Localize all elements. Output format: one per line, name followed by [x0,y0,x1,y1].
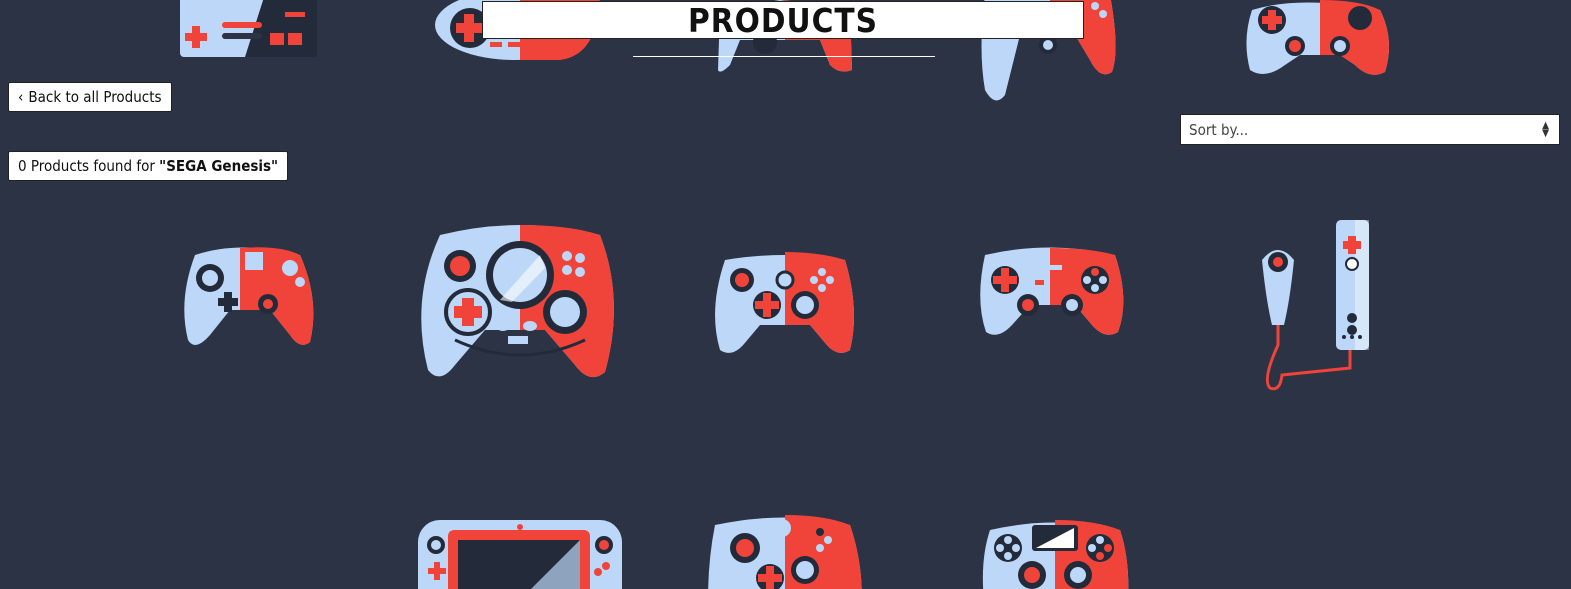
page-title: PRODUCTS [687,0,879,40]
xbox360-controller-icon [715,252,854,353]
nes-controller-icon [180,0,317,57]
sort-select-placeholder: Sort by... [1189,120,1249,139]
wiimote-nunchuk-icon [1262,220,1369,391]
sort-select[interactable]: Sort by... ▲ ▼ [1180,114,1560,145]
results-count-badge: 0 Products found for "SEGA Genesis" [8,151,289,181]
sort-updown-icon: ▲ ▼ [1542,119,1549,139]
title-underline-divider [633,56,935,57]
ps4-controller-icon [982,520,1129,589]
xboxone-controller-icon [708,515,862,589]
controllers-background-art [180,0,1389,589]
back-button-label: Back to all Products [28,88,162,106]
results-text: Products found for [26,157,160,175]
wiiu-gamepad-icon [418,520,622,589]
results-count: 0 [18,157,27,175]
ps-controller-icon-2 [1246,0,1389,75]
duke-controller-icon [421,225,614,378]
chevron-left-icon: ‹ [18,88,24,106]
page-title-box: PRODUCTS [482,1,1084,39]
back-to-products-button[interactable]: ‹ Back to all Products [8,82,172,112]
ps-controller-icon-3 [980,247,1124,335]
gamecube-controller-icon [184,247,314,345]
results-query: "SEGA Genesis" [159,157,279,175]
